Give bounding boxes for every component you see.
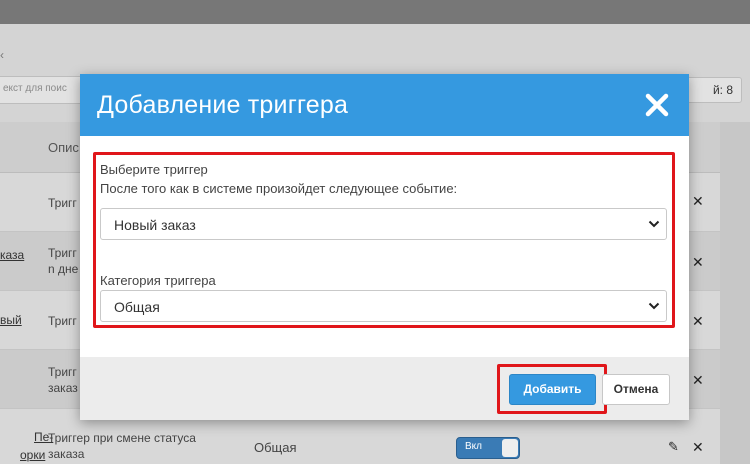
row-description: Тригг n дне bbox=[48, 246, 79, 276]
row-description: Тригг bbox=[48, 196, 77, 210]
trigger-select-value: Новый заказ bbox=[114, 217, 196, 233]
row-name-link[interactable]: каза bbox=[0, 248, 24, 262]
close-button[interactable] bbox=[642, 90, 672, 120]
row-description: Тригг заказ bbox=[48, 365, 78, 395]
trigger-label: Выберите триггер bbox=[100, 162, 208, 177]
category-label: Категория триггера bbox=[100, 273, 216, 288]
row-description: Тригг bbox=[48, 314, 77, 328]
delete-x-icon[interactable]: ✕ bbox=[692, 372, 704, 389]
scrollbar[interactable] bbox=[720, 122, 750, 464]
modal-footer: Добавить Отмена bbox=[80, 357, 689, 420]
delete-x-icon[interactable]: ✕ bbox=[692, 313, 704, 330]
top-bar bbox=[0, 0, 750, 24]
close-icon bbox=[645, 93, 669, 117]
chevron-down-icon bbox=[648, 302, 660, 310]
toggle-label: Вкл bbox=[465, 441, 482, 452]
category-select[interactable]: Общая bbox=[100, 290, 667, 322]
total-count-text: й: 8 bbox=[712, 83, 733, 97]
column-description: Опис bbox=[48, 140, 79, 155]
cancel-button[interactable]: Отмена bbox=[602, 374, 670, 405]
modal-header: Добавление триггера bbox=[80, 74, 689, 136]
back-chevron-icon: ‹ bbox=[0, 48, 4, 62]
row-description: Триггер при смене статуса заказа bbox=[48, 431, 196, 461]
total-count: й: 8 bbox=[680, 77, 742, 103]
modal-body: Выберите триггер После того как в систем… bbox=[80, 136, 689, 357]
modal-title: Добавление триггера bbox=[97, 91, 349, 119]
row-category: Общая bbox=[254, 440, 297, 455]
active-toggle[interactable]: Вкл bbox=[456, 437, 520, 459]
pencil-icon[interactable]: ✎ bbox=[668, 439, 679, 455]
row-name-link[interactable]: вый bbox=[0, 313, 22, 327]
add-trigger-modal: Добавление триггера Выберите триггер Пос… bbox=[80, 74, 689, 420]
category-select-value: Общая bbox=[114, 299, 160, 315]
delete-x-icon[interactable]: ✕ bbox=[692, 439, 704, 456]
search-input[interactable]: екст для поис bbox=[0, 76, 92, 104]
toggle-knob bbox=[502, 439, 518, 457]
search-placeholder: екст для поис bbox=[3, 83, 67, 94]
delete-x-icon[interactable]: ✕ bbox=[692, 254, 704, 271]
delete-x-icon[interactable]: ✕ bbox=[692, 193, 704, 210]
row-name-link-line2[interactable]: орки bbox=[20, 448, 45, 462]
trigger-hint: После того как в системе произойдет след… bbox=[100, 181, 458, 196]
add-button[interactable]: Добавить bbox=[509, 374, 596, 405]
trigger-select[interactable]: Новый заказ bbox=[100, 208, 667, 240]
chevron-down-icon bbox=[648, 220, 660, 228]
